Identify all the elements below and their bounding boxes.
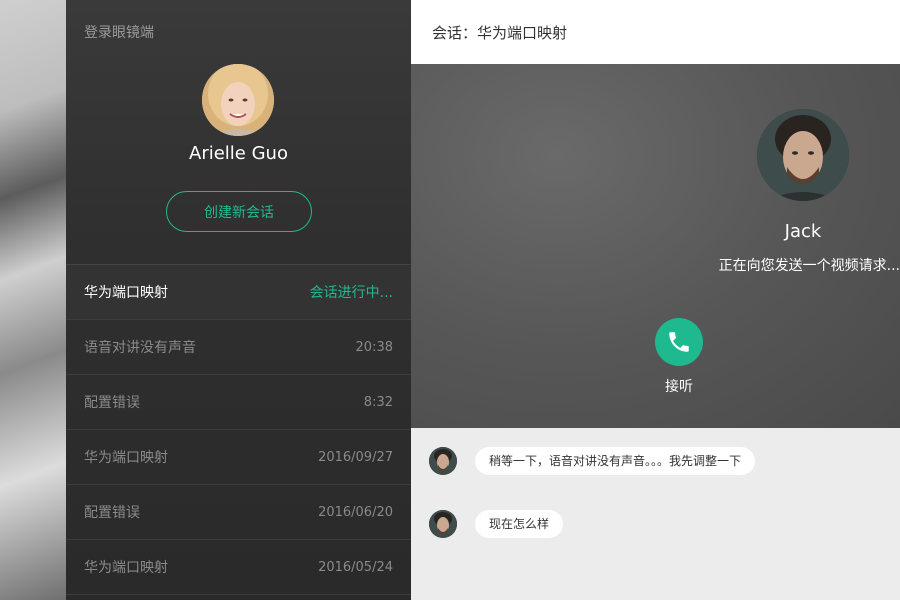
conversation-title: 会话：华为端口映射 <box>432 23 568 42</box>
message-row: 稍等一下，语音对讲没有声音。。。我先调整一下 <box>429 447 756 475</box>
session-time: 2016/05/24 <box>318 559 393 575</box>
session-item[interactable]: 语音对讲没有声音 20:38 <box>66 320 411 375</box>
create-session-button[interactable]: 创建新会话 <box>166 191 312 232</box>
answer-label: 接听 <box>665 379 693 395</box>
session-item[interactable]: 配置错误 8:32 <box>66 375 411 430</box>
session-name: 语音对讲没有声音 <box>84 340 196 356</box>
sender-avatar-image <box>429 510 457 538</box>
session-time: 8:32 <box>363 394 393 410</box>
session-status: 会话进行中... <box>309 285 393 301</box>
message-avatar <box>429 510 457 538</box>
conversation-header: 会话：华为端口映射 <box>411 0 900 64</box>
session-item[interactable]: 华为端口映射 2016/09/27 <box>66 430 411 485</box>
session-name: 华为端口映射 <box>84 560 168 576</box>
blurred-backdrop <box>0 0 66 600</box>
message-avatar <box>429 447 457 475</box>
session-time: 2016/06/20 <box>318 504 393 520</box>
caller-name: Jack <box>784 221 822 242</box>
message-row: 现在怎么样 <box>429 510 564 538</box>
login-glasses-link[interactable]: 登录眼镜端 <box>84 22 154 42</box>
avatar-image <box>202 64 274 136</box>
conversation-panel: 会话：华为端口映射 Jack 正在向您发送一个视频请求... 接听 稍等一下，语… <box>411 0 900 600</box>
session-name: 配置错误 <box>84 395 140 411</box>
profile-name: Arielle Guo <box>189 143 288 164</box>
message-bubble: 稍等一下，语音对讲没有声音。。。我先调整一下 <box>475 447 756 475</box>
caller-avatar <box>757 109 849 201</box>
session-time: 2016/09/27 <box>318 449 393 465</box>
session-time: 20:38 <box>355 339 393 355</box>
session-name: 华为端口映射 <box>84 450 168 466</box>
session-item[interactable]: 华为端口映射 会话进行中... <box>66 265 411 320</box>
chat-area: 稍等一下，语音对讲没有声音。。。我先调整一下 现在怎么样 <box>411 428 900 600</box>
session-name: 华为端口映射 <box>84 285 168 301</box>
session-name: 配置错误 <box>84 505 140 521</box>
answer-button[interactable] <box>655 318 703 366</box>
phone-icon <box>669 332 689 352</box>
message-bubble: 现在怎么样 <box>475 510 564 538</box>
session-item[interactable]: 配置错误 2016/06/20 <box>66 485 411 540</box>
profile-avatar <box>202 64 274 136</box>
session-item[interactable]: 华为端口映射 2016/05/24 <box>66 540 411 595</box>
caller-status: 正在向您发送一个视频请求... <box>718 258 900 274</box>
incoming-call-area: Jack 正在向您发送一个视频请求... 接听 <box>411 64 900 428</box>
sidebar: 登录眼镜端 Arielle Guo 创建新会话 华为端口映射 会话进行中... … <box>66 0 411 600</box>
sender-avatar-image <box>429 447 457 475</box>
session-list: 华为端口映射 会话进行中... 语音对讲没有声音 20:38 配置错误 8:32… <box>66 264 411 595</box>
caller-avatar-image <box>757 109 849 201</box>
